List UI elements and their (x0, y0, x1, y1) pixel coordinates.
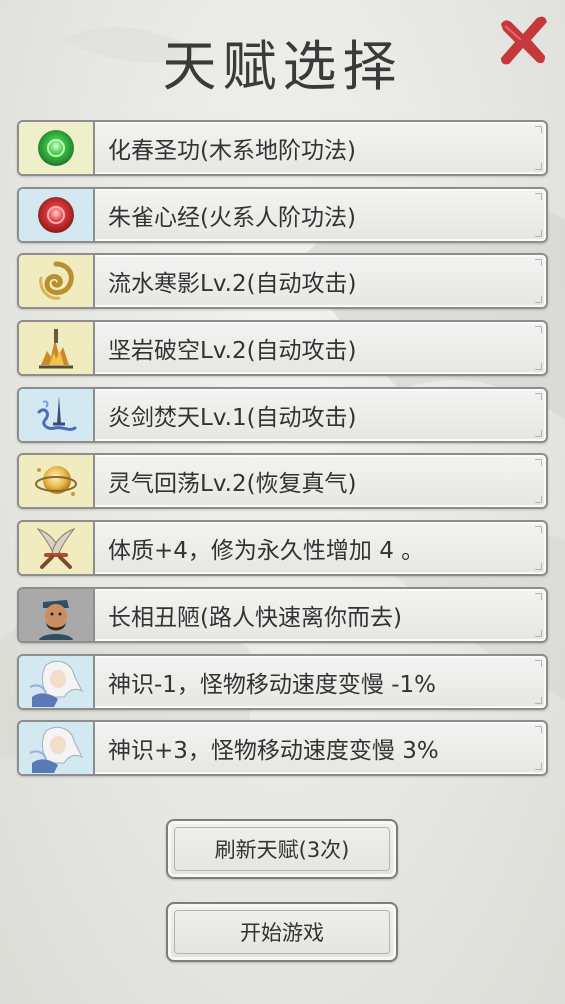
red-orb-icon (38, 196, 74, 233)
page-title: 天赋选择 (162, 35, 403, 98)
white-hair-sage-icon (29, 660, 84, 707)
talent-label: 灵气回荡Lv.2(恢复真气) (108, 471, 357, 498)
talent-label: 炎剑焚天Lv.1(自动攻击) (108, 404, 357, 431)
talent-icon-box (19, 522, 95, 575)
frame-corner (535, 192, 542, 200)
frame-corner (535, 296, 542, 304)
talent-item[interactable]: 坚岩破空Lv.2(自动攻击) (17, 320, 548, 377)
talent-icon-box (19, 255, 95, 308)
start-game-button[interactable]: 开始游戏 (166, 902, 398, 962)
talent-icon-box (19, 455, 95, 508)
talent-label: 化春圣功(木系地阶功法) (108, 138, 356, 164)
talent-item[interactable]: 神识-1，怪物移动速度变慢 -1% (17, 653, 548, 710)
talent-item[interactable]: 神识+3，怪物移动速度变慢 3% (17, 720, 548, 777)
frame-corner (535, 496, 542, 504)
talent-label: 流水寒影Lv.2(自动攻击) (108, 271, 357, 298)
talent-label: 朱雀心经(火系人阶功法) (108, 204, 356, 231)
talent-icon-box (19, 655, 95, 708)
frame-corner (535, 526, 542, 534)
frame-corner (535, 659, 542, 667)
frame-corner (535, 163, 542, 170)
talent-item[interactable]: 灵气回荡Lv.2(恢复真气) (17, 453, 548, 510)
frame-corner (535, 726, 542, 734)
frame-corner (535, 392, 542, 400)
talent-label: 坚岩破空Lv.2(自动攻击) (108, 338, 357, 365)
red-x-close-icon (501, 16, 547, 65)
talent-label: 神识+3，怪物移动速度变慢 3% (108, 738, 439, 765)
frame-corner (535, 259, 542, 267)
talent-label: 神识-1，怪物移动速度变慢 -1% (108, 671, 437, 698)
frame-corner (535, 429, 542, 437)
talent-icon-box (19, 722, 95, 775)
talent-label: 长相丑陋(路人快速离你而去) (108, 604, 402, 631)
talent-label: 体质+4，修为永久性增加 4 。 (108, 538, 425, 565)
frame-corner (535, 326, 542, 334)
frame-corner (535, 629, 542, 637)
crossed-blades-icon (36, 528, 76, 570)
talent-item[interactable]: 朱雀心经(火系人阶功法) (17, 186, 548, 243)
start-game-label: 开始游戏 (240, 921, 324, 945)
white-hair-sage-icon (29, 727, 84, 774)
talent-item[interactable]: 体质+4，修为永久性增加 4 。 (17, 520, 548, 577)
rock-burst-icon (39, 329, 73, 369)
talent-item[interactable]: 炎剑焚天Lv.1(自动攻击) (17, 386, 548, 443)
frame-corner (535, 229, 542, 237)
flying-sword-icon (37, 395, 77, 431)
ugly-man-portrait-icon (39, 599, 73, 640)
frame-corner (535, 563, 542, 571)
swirl-icon (39, 261, 74, 300)
spirit-orb-icon (35, 466, 77, 497)
frame-corner (535, 126, 542, 133)
refresh-talents-button[interactable]: 刷新天赋(3次) (166, 819, 398, 879)
green-orb-icon (38, 130, 74, 166)
close-button[interactable] (495, 12, 551, 68)
refresh-talents-label: 刷新天赋(3次) (214, 838, 350, 862)
frame-corner (535, 763, 542, 771)
frame-corner (535, 592, 542, 600)
talent-item[interactable]: 长相丑陋(路人快速离你而去) (17, 586, 548, 643)
talent-icon-box (19, 322, 95, 375)
talent-icon-box (19, 388, 95, 441)
talent-item[interactable]: 化春圣功(木系地阶功法) (17, 120, 548, 176)
talent-icon-box (19, 588, 95, 641)
talent-list: 化春圣功(木系地阶功法) 朱雀心经(火系人阶功法) 流水寒影Lv.2(自动攻击) (17, 120, 548, 787)
frame-corner (535, 363, 542, 371)
frame-corner (535, 459, 542, 467)
talent-icon-box (19, 188, 95, 241)
talent-icon-box (19, 122, 95, 174)
talent-item[interactable]: 流水寒影Lv.2(自动攻击) (17, 253, 548, 310)
frame-corner (535, 696, 542, 704)
